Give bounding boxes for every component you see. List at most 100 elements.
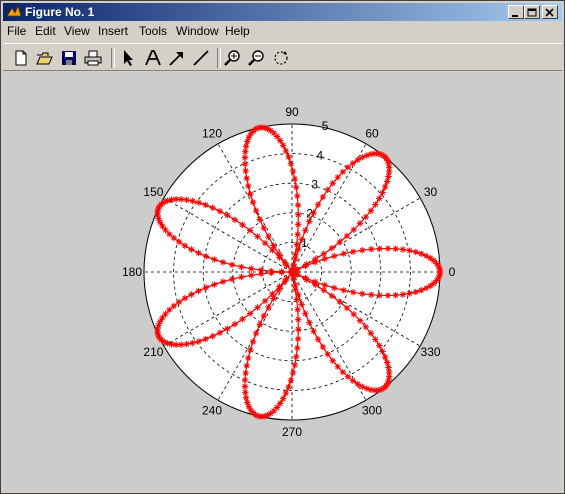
menu-window[interactable]: Window — [176, 24, 219, 38]
insert-arrow-icon[interactable] — [167, 48, 187, 68]
data-point-marker — [314, 201, 322, 208]
data-point-marker — [159, 222, 166, 230]
data-point-marker — [228, 276, 236, 283]
data-point-marker — [181, 242, 189, 249]
data-point-marker — [340, 250, 347, 257]
data-point-marker — [239, 315, 246, 323]
menu-edit[interactable]: Edit — [35, 24, 56, 38]
data-point-marker — [328, 244, 336, 252]
angle-tick-label: 60 — [365, 126, 379, 140]
data-point-marker — [336, 298, 343, 306]
angle-tick-label: 270 — [282, 425, 302, 439]
data-point-marker — [269, 290, 276, 298]
angle-tick-label: 210 — [143, 345, 163, 359]
data-point-marker — [248, 272, 255, 279]
figure-canvas[interactable]: 0 30 60 90 120 150 180 210 240 270 300 330 1 2 3 4 5 — [3, 73, 562, 491]
zoom-out-icon[interactable] — [247, 48, 267, 68]
data-point-marker — [243, 175, 250, 182]
data-point-marker — [252, 207, 260, 214]
data-point-marker — [294, 344, 301, 352]
save-icon[interactable] — [59, 48, 79, 68]
data-point-marker — [189, 339, 196, 347]
data-point-marker — [349, 289, 357, 296]
data-point-marker — [372, 336, 379, 343]
menu-view[interactable]: View — [64, 24, 90, 38]
data-point-marker — [295, 221, 302, 228]
data-point-marker — [269, 246, 276, 254]
data-point-marker — [183, 340, 190, 348]
data-point-marker — [302, 227, 309, 234]
data-point-marker — [242, 394, 250, 401]
data-point-marker — [245, 354, 252, 362]
toolbar — [3, 43, 562, 71]
close-button[interactable] — [542, 5, 558, 19]
insert-text-icon[interactable] — [143, 48, 163, 68]
menu-tools[interactable]: Tools — [139, 24, 167, 38]
data-point-marker — [216, 329, 224, 336]
data-point-marker — [241, 383, 249, 390]
angle-tick-label: 150 — [143, 185, 163, 199]
data-point-marker — [170, 234, 178, 242]
angle-tick-label: 30 — [424, 185, 438, 199]
data-point-marker — [311, 278, 319, 285]
data-point-marker — [188, 291, 195, 298]
angle-tick-label: 0 — [449, 265, 456, 279]
angle-tick-label: 330 — [421, 345, 441, 359]
data-point-marker — [293, 353, 300, 360]
minimize-button[interactable] — [508, 5, 524, 19]
data-point-marker — [379, 348, 386, 355]
data-point-marker — [209, 204, 216, 212]
zoom-in-icon[interactable] — [223, 48, 243, 68]
maximize-button[interactable] — [524, 5, 540, 19]
data-point-marker — [279, 395, 287, 402]
rotate-3d-icon[interactable] — [271, 48, 291, 68]
data-point-marker — [285, 383, 292, 391]
new-figure-icon[interactable] — [11, 48, 31, 68]
data-point-marker — [261, 239, 269, 247]
angle-tick-label: 240 — [202, 404, 222, 418]
data-point-marker — [282, 147, 290, 155]
radial-tick-label: 4 — [317, 148, 324, 162]
data-point-marker — [224, 212, 231, 219]
angle-tick-label: 300 — [362, 404, 382, 418]
data-point-marker — [298, 236, 305, 243]
print-icon[interactable] — [83, 48, 103, 68]
angle-tick-label: 120 — [202, 126, 222, 140]
title-bar[interactable]: Figure No. 1 — [3, 3, 562, 21]
polar-plot: 030609012015018021024027030033012345 — [122, 105, 456, 439]
figure-window: Figure No. 1 File Edit View Insert Tools… — [0, 0, 565, 494]
data-point-marker — [372, 201, 379, 208]
data-point-marker — [209, 332, 216, 340]
data-point-marker — [241, 376, 249, 384]
data-point-marker — [219, 259, 227, 266]
data-point-marker — [216, 208, 224, 215]
menu-bar: File Edit View Insert Tools Window Help — [3, 22, 562, 41]
data-point-marker — [344, 373, 352, 380]
data-point-marker — [202, 201, 209, 209]
data-point-marker — [242, 369, 249, 377]
menu-help[interactable]: Help — [225, 24, 250, 38]
data-point-marker — [195, 338, 203, 345]
insert-line-icon[interactable] — [191, 48, 211, 68]
select-arrow-icon[interactable] — [119, 48, 139, 68]
data-point-marker — [320, 250, 327, 257]
data-point-marker — [334, 363, 341, 370]
data-point-marker — [270, 242, 277, 249]
data-point-marker — [219, 278, 227, 285]
data-point-marker — [248, 265, 255, 272]
radial-tick-label: 3 — [311, 178, 318, 192]
data-point-marker — [383, 178, 391, 185]
menu-insert[interactable]: Insert — [98, 24, 128, 38]
data-point-marker — [349, 248, 357, 255]
menu-file[interactable]: File — [7, 24, 26, 38]
data-point-marker — [261, 297, 269, 305]
data-point-marker — [392, 291, 399, 299]
data-point-marker — [291, 361, 298, 369]
data-point-marker — [231, 216, 239, 223]
data-point-marker — [310, 209, 317, 216]
open-file-icon[interactable] — [35, 48, 55, 68]
data-point-marker — [195, 199, 203, 206]
data-point-marker — [350, 226, 357, 233]
data-point-marker — [385, 364, 392, 371]
data-point-marker — [195, 287, 202, 295]
